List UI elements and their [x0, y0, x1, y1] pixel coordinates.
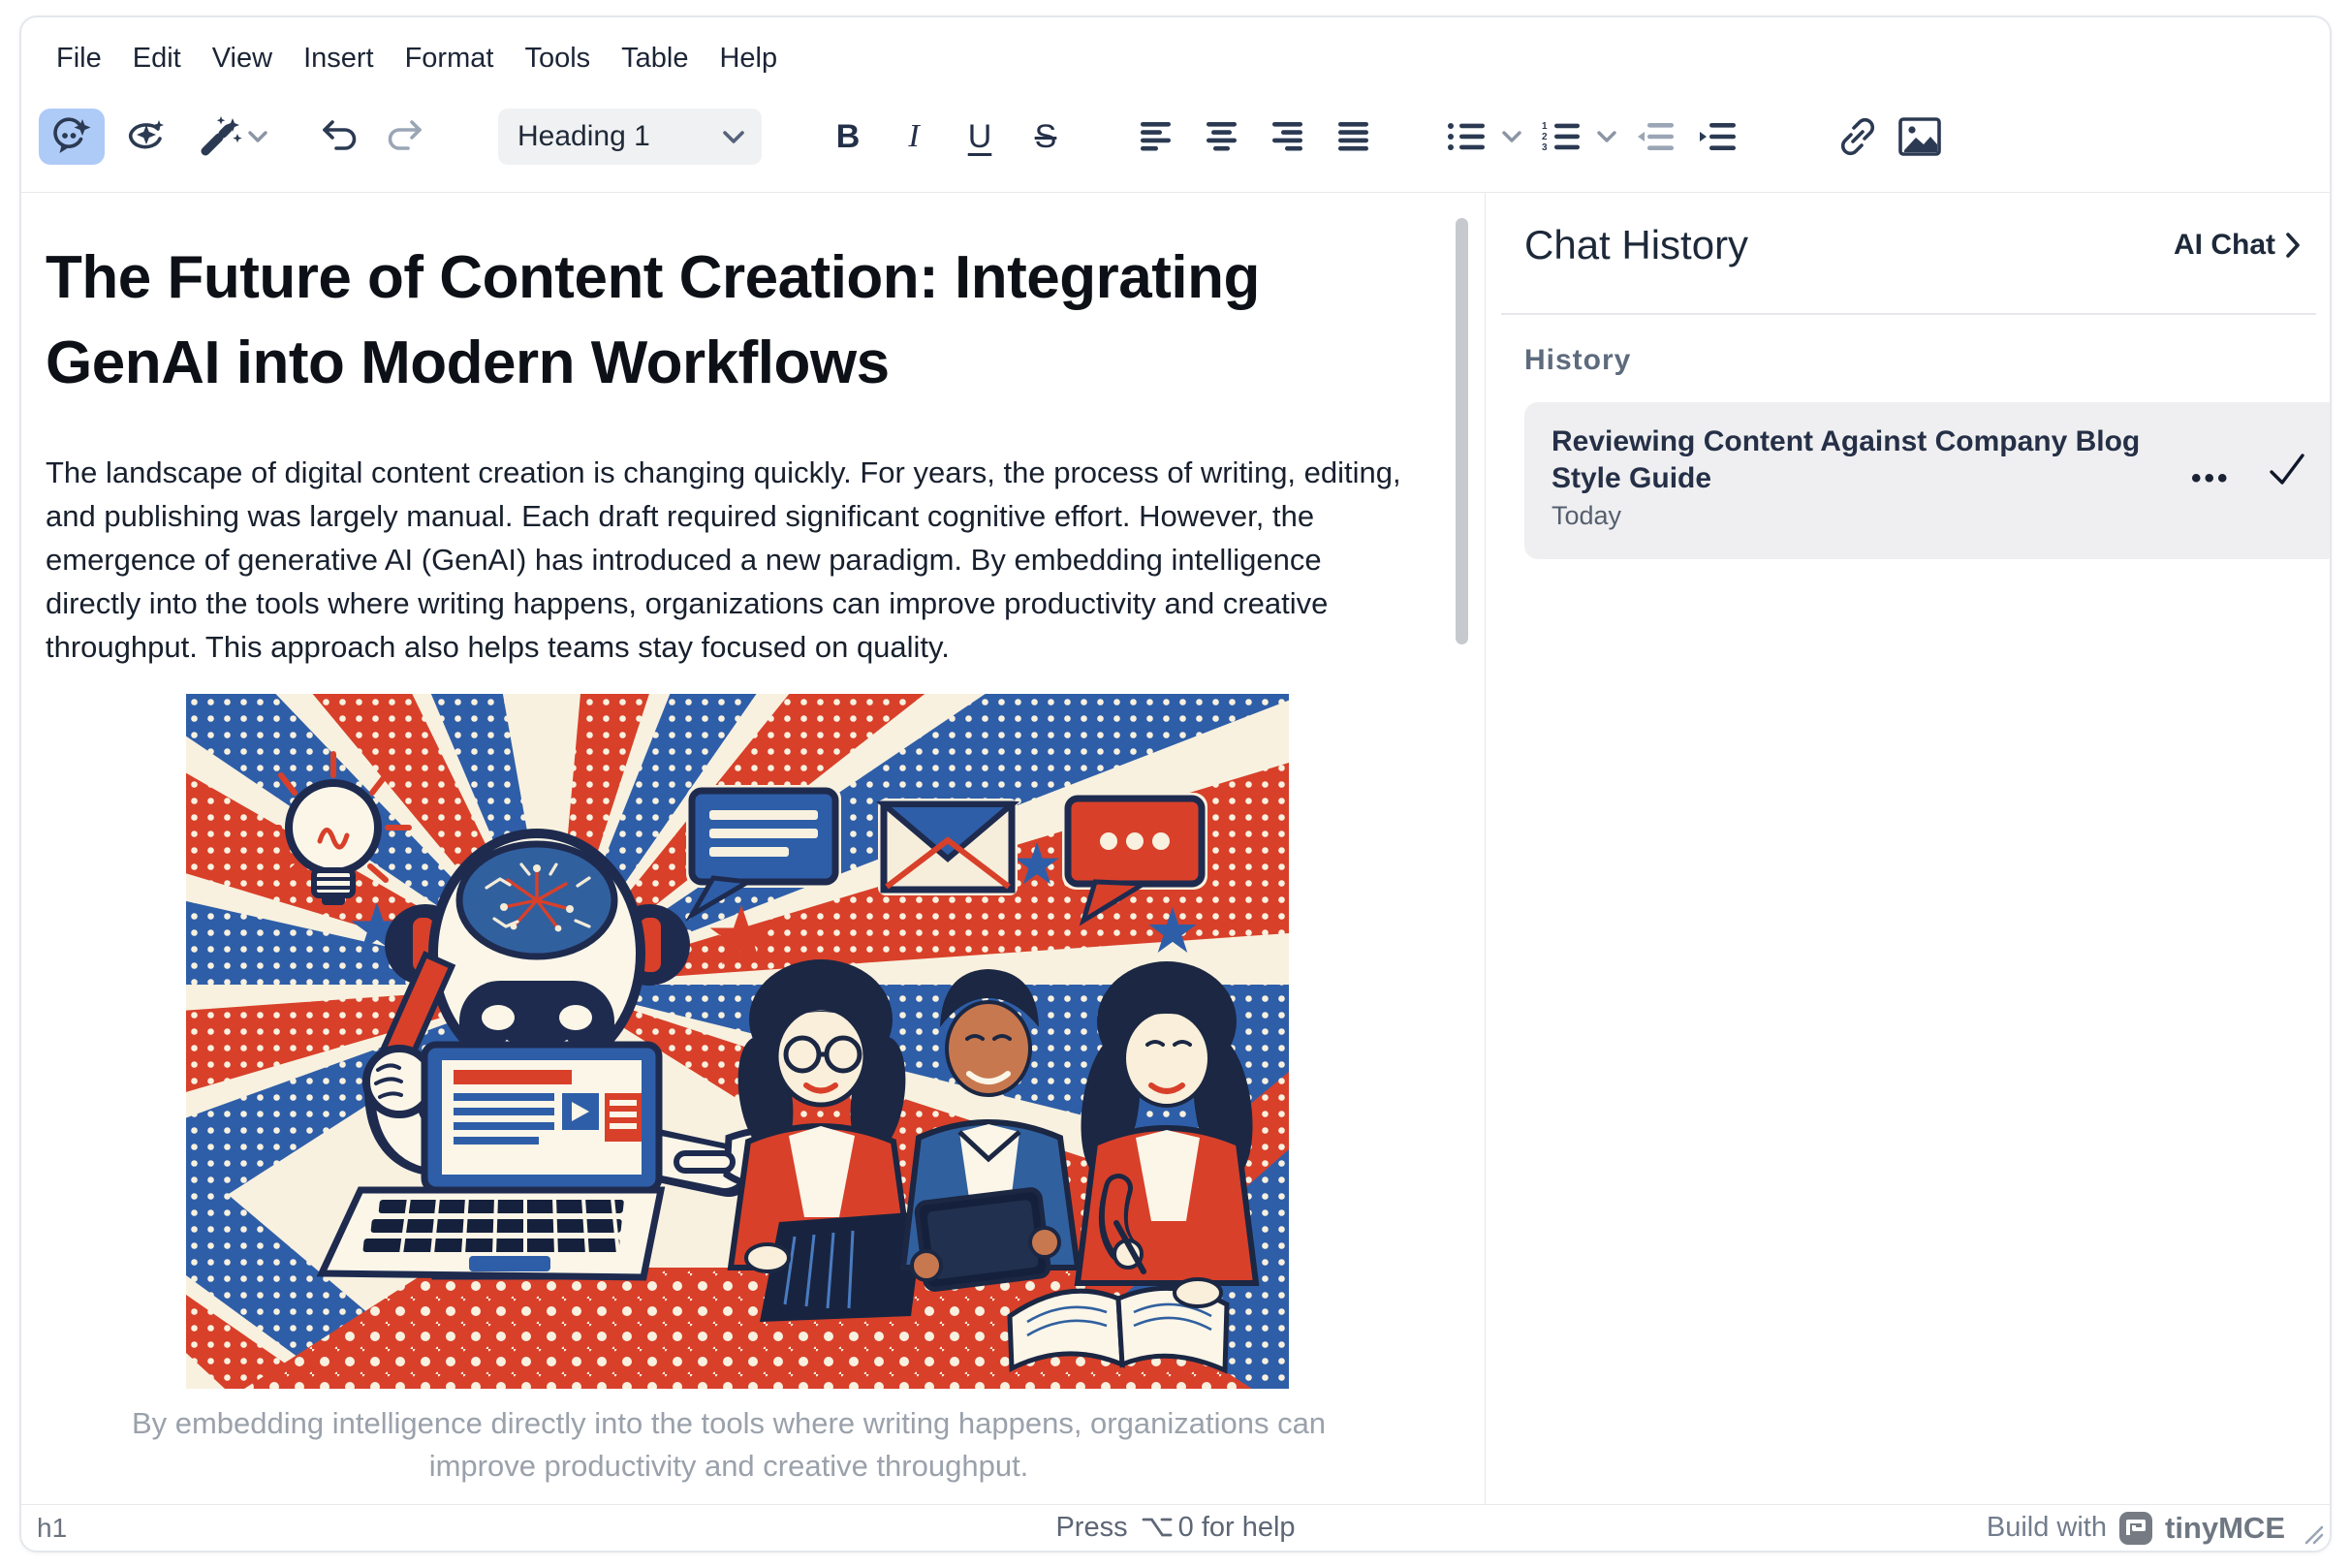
align-center-icon — [1206, 122, 1238, 151]
menu-file[interactable]: File — [41, 35, 117, 82]
toolbar: Heading 1 B I U S — [21, 105, 2330, 172]
redo-icon — [382, 115, 426, 158]
redo-button[interactable] — [376, 109, 432, 165]
underline-label: U — [968, 118, 992, 156]
align-left-button[interactable] — [1126, 109, 1186, 165]
numbered-list-options-button[interactable] — [1591, 109, 1622, 165]
chevron-down-icon — [723, 131, 744, 143]
branding-name: tinyMCE — [2165, 1511, 2285, 1546]
chevron-down-icon — [248, 131, 267, 142]
resize-handle[interactable] — [2303, 1523, 2324, 1545]
help-suffix: 0 for help — [1178, 1512, 1296, 1543]
italic-button[interactable]: I — [884, 109, 944, 165]
menu-bar: File Edit View Insert Format Tools Table… — [41, 33, 793, 83]
bold-button[interactable]: B — [818, 109, 878, 165]
image-icon — [1898, 117, 1941, 156]
magic-wand-icon — [198, 114, 242, 159]
align-right-button[interactable] — [1258, 109, 1318, 165]
editor-scrollbar[interactable] — [1456, 218, 1468, 644]
bullet-list-icon — [1447, 121, 1486, 152]
help-prefix: Press — [1055, 1512, 1127, 1543]
menu-tools[interactable]: Tools — [509, 35, 606, 82]
insert-image-button[interactable] — [1892, 109, 1948, 165]
editor-canvas[interactable]: The Future of Content Creation: Integrat… — [21, 193, 1485, 1504]
align-left-icon — [1140, 122, 1173, 151]
bold-label: B — [836, 118, 861, 156]
chat-history-panel: Chat History AI Chat History Reviewing C… — [1486, 193, 2330, 1504]
option-key-icon — [1142, 1516, 1173, 1539]
tinymce-logo-icon — [2118, 1511, 2153, 1546]
indent-button[interactable] — [1690, 109, 1746, 165]
ai-chat-button[interactable] — [39, 109, 105, 165]
tinymce-branding[interactable]: Build with tinyMCE — [1987, 1511, 2285, 1546]
outdent-button[interactable] — [1628, 109, 1684, 165]
outdent-icon — [1638, 122, 1675, 151]
document-paragraph[interactable]: The landscape of digital content creatio… — [46, 451, 1414, 669]
ai-chat-icon — [49, 114, 94, 159]
history-item-date: Today — [1552, 501, 1621, 531]
svg-text:1: 1 — [1542, 121, 1548, 132]
panel-header-divider — [1501, 313, 2316, 315]
link-button[interactable] — [1830, 109, 1886, 165]
strikethrough-button[interactable]: S — [1016, 109, 1076, 165]
undo-button[interactable] — [312, 109, 368, 165]
menu-help[interactable]: Help — [704, 35, 793, 82]
svg-text:2: 2 — [1542, 132, 1548, 142]
numbered-list-button[interactable]: 1 2 3 — [1533, 109, 1589, 165]
poster-image — [186, 694, 1289, 1389]
history-item[interactable]: Reviewing Content Against Company Blog S… — [1524, 402, 2332, 559]
format-select[interactable]: Heading 1 — [498, 109, 762, 165]
status-bar: h1 Press 0 for help Build with tinyMCE — [21, 1504, 2330, 1551]
document-illustration[interactable] — [186, 694, 1289, 1389]
ai-chat-link-label: AI Chat — [2174, 229, 2275, 262]
ai-chat-link[interactable]: AI Chat — [2174, 229, 2301, 262]
align-justify-icon — [1337, 122, 1370, 151]
history-section-label: History — [1524, 344, 1631, 377]
italic-label: I — [908, 118, 919, 155]
link-icon — [1836, 115, 1879, 158]
numbered-list-icon: 1 2 3 — [1542, 121, 1581, 152]
menu-insert[interactable]: Insert — [288, 35, 390, 82]
menu-table[interactable]: Table — [606, 35, 704, 82]
image-caption[interactable]: By embedding intelligence directly into … — [79, 1402, 1378, 1488]
align-center-button[interactable] — [1192, 109, 1252, 165]
content-area: The Future of Content Creation: Integrat… — [21, 193, 2330, 1504]
bullet-list-options-button[interactable] — [1496, 109, 1527, 165]
check-icon — [2267, 449, 2307, 489]
history-item-title: Reviewing Content Against Company Blog S… — [1552, 423, 2172, 497]
indent-icon — [1700, 122, 1737, 151]
menu-edit[interactable]: Edit — [117, 35, 197, 82]
help-shortcut-text: Press 0 for help — [21, 1512, 2330, 1544]
align-right-icon — [1271, 122, 1304, 151]
svg-text:3: 3 — [1542, 142, 1548, 152]
editor-window: File Edit View Insert Format Tools Table… — [19, 16, 2332, 1552]
ai-review-button[interactable] — [112, 109, 178, 165]
panel-title: Chat History — [1524, 222, 2174, 268]
menu-view[interactable]: View — [197, 35, 288, 82]
chevron-down-icon — [1597, 131, 1616, 142]
undo-icon — [318, 115, 362, 158]
ai-shortcuts-button[interactable] — [186, 109, 279, 165]
chevron-right-icon — [2285, 233, 2301, 258]
chevron-down-icon — [1502, 131, 1521, 142]
menu-format[interactable]: Format — [390, 35, 510, 82]
align-justify-button[interactable] — [1324, 109, 1384, 165]
history-item-menu-icon[interactable]: ••• — [2191, 462, 2231, 495]
underline-button[interactable]: U — [950, 109, 1010, 165]
strikethrough-label: S — [1035, 118, 1057, 156]
branding-prefix: Build with — [1987, 1512, 2107, 1544]
ai-review-icon — [123, 114, 168, 159]
format-select-value: Heading 1 — [517, 120, 723, 153]
bullet-list-button[interactable] — [1438, 109, 1494, 165]
document-heading[interactable]: The Future of Content Creation: Integrat… — [46, 235, 1441, 406]
